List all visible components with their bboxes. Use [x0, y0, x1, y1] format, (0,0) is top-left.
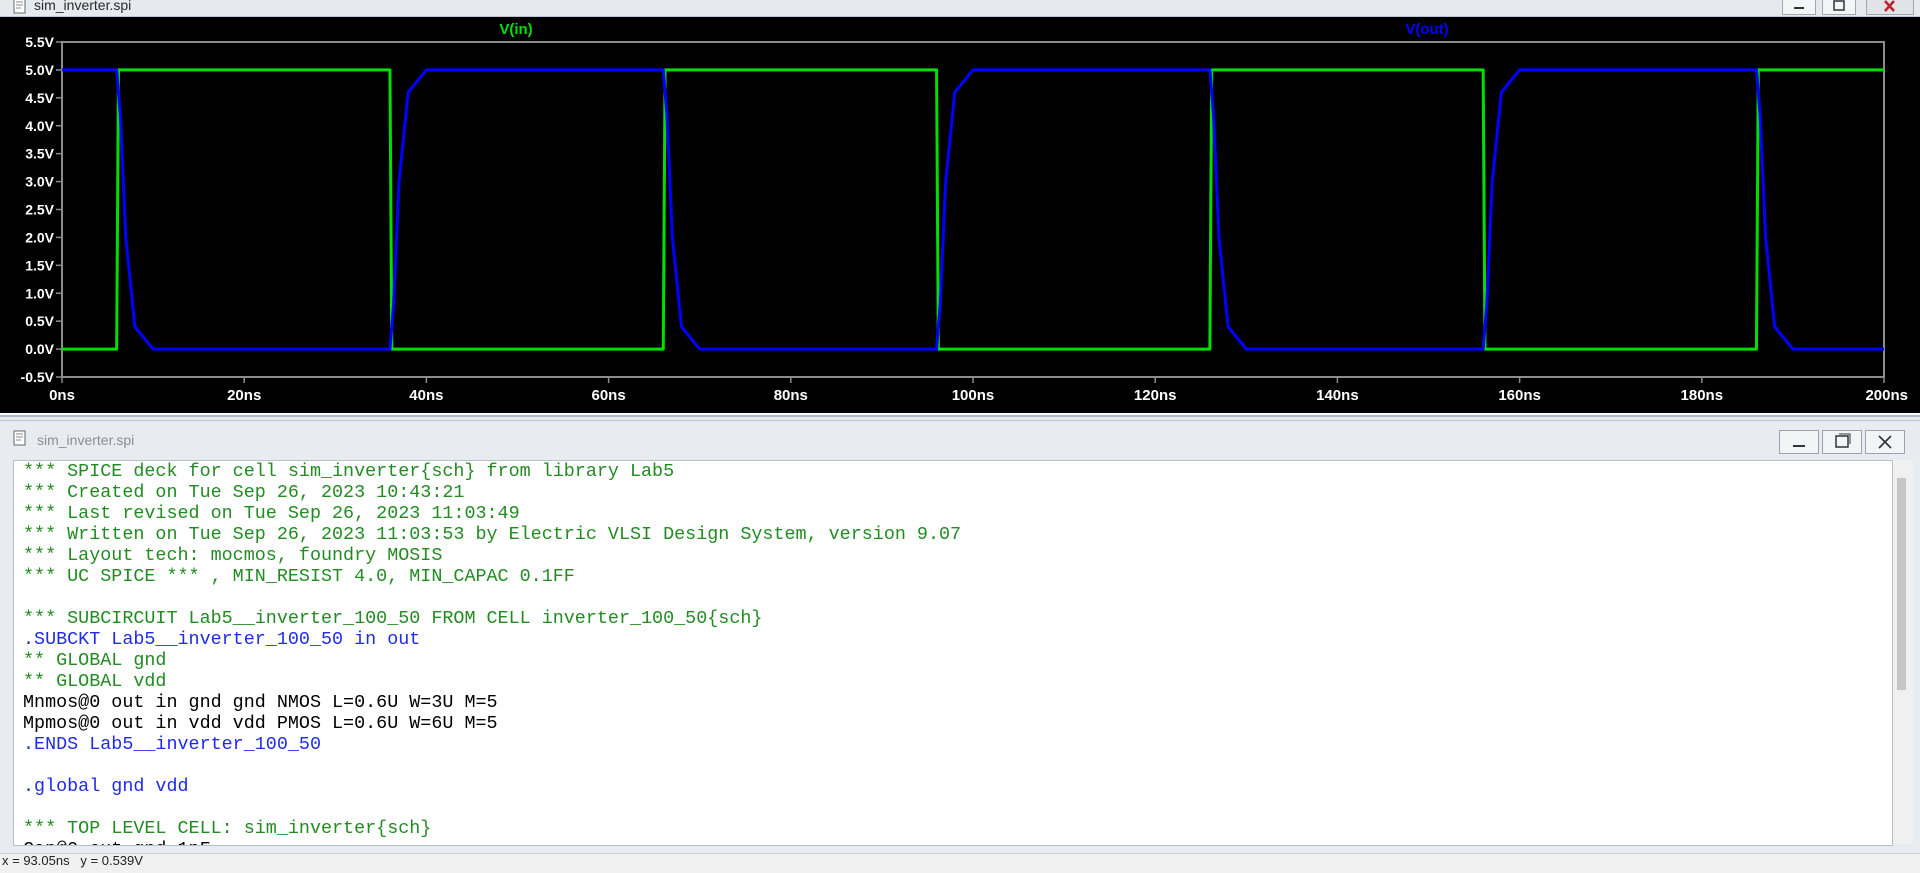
vertical-scrollbar[interactable] — [1893, 460, 1913, 844]
minimize-icon — [1793, 445, 1805, 447]
spice-line: .global gnd vdd — [23, 776, 189, 797]
x-tick-label: 120ns — [1134, 387, 1177, 404]
maximize-icon — [1835, 433, 1851, 448]
x-axis: 0ns 20ns 40ns 60ns 80ns 100ns 120ns 140ns 160ns 1… — [49, 377, 1908, 404]
document-icon — [13, 0, 26, 14]
y-tick-label: 3.0V — [25, 174, 54, 190]
spice-lines: *** SPICE deck for cell sim_inverter{sch… — [23, 461, 962, 845]
close-button[interactable] — [1866, 0, 1914, 15]
close-icon — [1878, 435, 1892, 449]
spice-text-area[interactable]: *** SPICE deck for cell sim_inverter{sch… — [13, 460, 1893, 846]
x-tick-label: 160ns — [1498, 387, 1541, 404]
waveform-window-titlebar[interactable]: sim_inverter.spi — [0, 0, 1920, 17]
spice-line: ** GLOBAL vdd — [23, 671, 167, 692]
spice-line: *** Created on Tue Sep 26, 2023 10:43:21 — [23, 482, 465, 503]
spice-line: *** Written on Tue Sep 26, 2023 11:03:53… — [23, 524, 962, 545]
y-tick-label: 1.0V — [25, 285, 54, 301]
spice-deck-window: sim_inverter.spi *** SPICE deck for cell… — [0, 420, 1920, 853]
waveform-window: sim_inverter.spi V(in) V(out) 5.5V 5.0V 4.… — [0, 0, 1920, 417]
spice-maximize-button[interactable] — [1822, 430, 1862, 454]
spice-line: .ENDS Lab5__inverter_100_50 — [23, 734, 321, 755]
y-tick-label: 0.5V — [25, 313, 54, 329]
document-icon — [13, 430, 26, 446]
spice-line: *** SPICE deck for cell sim_inverter{sch… — [23, 461, 675, 482]
spice-line: .SUBCKT Lab5__inverter_100_50 in out — [23, 629, 421, 650]
spice-close-button[interactable] — [1865, 430, 1905, 454]
waveform-plot[interactable]: V(in) V(out) 5.5V 5.0V 4.5V 4.0V 3.5V 3.0V 2.5… — [0, 17, 1920, 413]
x-tick-label: 20ns — [227, 387, 261, 404]
y-tick-label: 5.0V — [25, 62, 54, 78]
waveform-chart[interactable]: V(in) V(out) 5.5V 5.0V 4.5V 4.0V 3.5V 3.0V 2.5… — [0, 17, 1920, 413]
series-line-v-in — [62, 68, 1884, 351]
x-tick-label: 80ns — [774, 387, 808, 404]
y-tick-label: 2.0V — [25, 229, 54, 245]
scrollbar-thumb[interactable] — [1897, 478, 1906, 690]
spice-line: *** Last revised on Tue Sep 26, 2023 11:… — [23, 503, 520, 524]
status-bar: x = 93.05ns y = 0.539V — [0, 853, 1920, 873]
x-tick-label: 100ns — [952, 387, 995, 404]
waveform-window-title: sim_inverter.spi — [34, 0, 132, 13]
x-tick-label: 60ns — [591, 387, 625, 404]
x-tick-label: 140ns — [1316, 387, 1359, 404]
x-tick-label: 200ns — [1865, 387, 1908, 404]
spice-line — [23, 797, 961, 818]
maximize-icon — [1833, 0, 1845, 11]
legend-v-in: V(in) — [499, 21, 532, 38]
close-icon — [1884, 0, 1895, 12]
cursor-readout: x = 93.05ns y = 0.539V — [2, 853, 143, 868]
y-tick-label: -0.5V — [21, 369, 55, 385]
spice-line: *** Layout tech: mocmos, foundry MOSIS — [23, 545, 443, 566]
y-axis: 5.5V 5.0V 4.5V 4.0V 3.5V 3.0V 2.5V 2.0V 1.5V 1.0V… — [21, 34, 62, 385]
spice-line — [23, 755, 961, 776]
y-tick-label: 4.0V — [25, 118, 54, 134]
x-tick-label: 180ns — [1681, 387, 1724, 404]
y-tick-label: 1.5V — [25, 257, 54, 273]
minimize-icon — [1794, 7, 1804, 9]
spice-line: Mpmos@0 out in vdd vdd PMOS L=0.6U W=6U … — [23, 713, 498, 734]
legend-v-out: V(out) — [1405, 21, 1448, 38]
plot-frame — [61, 41, 1885, 378]
spice-line: ** GLOBAL gnd — [23, 650, 167, 671]
spice-line — [23, 587, 961, 608]
spice-line: Mnmos@0 out in gnd gnd NMOS L=0.6U W=3U … — [23, 692, 498, 713]
y-tick-label: 0.0V — [25, 341, 54, 357]
x-tick-label: 40ns — [409, 387, 443, 404]
spice-line: *** TOP LEVEL CELL: sim_inverter{sch} — [23, 818, 432, 839]
spice-line: *** UC SPICE *** , MIN_RESIST 4.0, MIN_C… — [23, 566, 575, 587]
x-tick-label: 0ns — [49, 387, 75, 404]
spice-window-titlebar[interactable]: sim_inverter.spi — [0, 421, 1920, 459]
spice-window-title: sim_inverter.spi — [37, 432, 135, 448]
series-layer — [62, 68, 1884, 351]
y-tick-label: 5.5V — [25, 34, 54, 50]
spice-minimize-button[interactable] — [1779, 430, 1819, 454]
series-line-v-out — [62, 68, 1884, 351]
spice-line: *** SUBCIRCUIT Lab5__inverter_100_50 FRO… — [23, 608, 763, 629]
y-tick-label: 2.5V — [25, 202, 54, 218]
maximize-button[interactable] — [1822, 0, 1856, 15]
minimize-button[interactable] — [1782, 0, 1816, 15]
spice-line: Cap@0 out gnd 1pF — [23, 839, 961, 845]
y-tick-label: 3.5V — [25, 146, 54, 162]
y-tick-label: 4.5V — [25, 90, 54, 106]
